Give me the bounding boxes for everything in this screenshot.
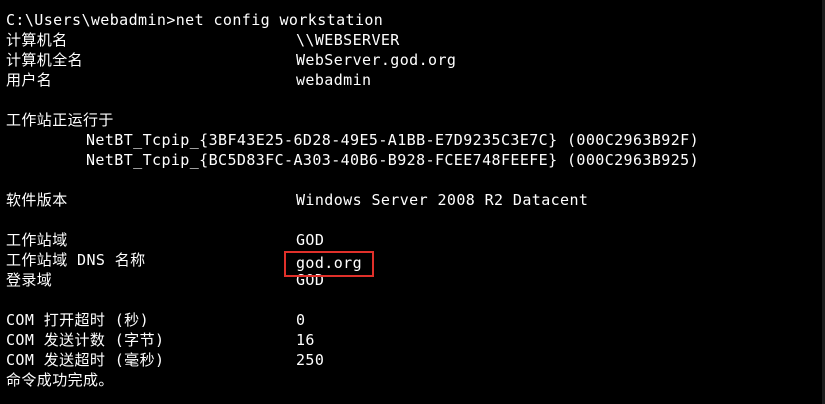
logon-domain-label: 登录域 (6, 271, 53, 289)
user-name-label: 用户名 (6, 71, 53, 89)
software-version-value: Windows Server 2008 R2 Datacent (296, 191, 589, 209)
com-send-count-label: COM 发送计数 (字节) (6, 331, 165, 349)
computer-name-value: \\WEBSERVER (296, 31, 400, 49)
full-computer-name-value: WebServer.god.org (296, 51, 457, 69)
workstation-domain-value: GOD (296, 231, 325, 249)
completion-message: 命令成功完成。 (6, 371, 114, 389)
com-open-timeout-value: 0 (296, 311, 306, 329)
transport-line: NetBT_Tcpip_{BC5D83FC-A303-40B6-B928-FCE… (86, 151, 699, 169)
com-send-timeout-label: COM 发送超时 (毫秒) (6, 351, 165, 369)
com-send-timeout-value: 250 (296, 351, 325, 369)
workstation-domain-label: 工作站域 (6, 231, 68, 249)
command-line: C:\Users\webadmin>net config workstation (6, 11, 384, 29)
com-send-count-value: 16 (296, 331, 315, 349)
software-version-label: 软件版本 (6, 191, 68, 209)
console-window[interactable]: C:\Users\webadmin>net config workstation… (0, 0, 825, 404)
workstation-active-on-label: 工作站正运行于 (6, 111, 114, 129)
full-computer-name-label: 计算机全名 (6, 51, 84, 69)
red-highlight-box (284, 251, 374, 277)
com-open-timeout-label: COM 打开超时 (秒) (6, 311, 150, 329)
workstation-dns-name-label: 工作站域 DNS 名称 (6, 251, 146, 269)
computer-name-label: 计算机名 (6, 31, 68, 49)
user-name-value: webadmin (296, 71, 372, 89)
transport-line: NetBT_Tcpip_{3BF43E25-6D28-49E5-A1BB-E7D… (86, 131, 699, 149)
